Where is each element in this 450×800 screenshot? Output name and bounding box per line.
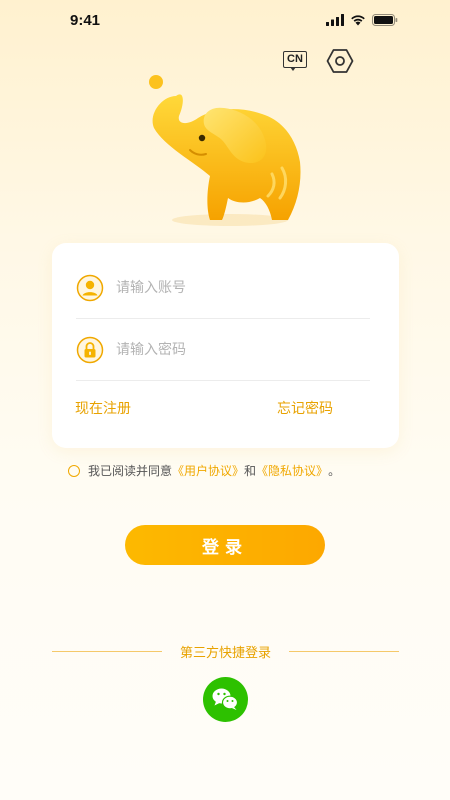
third-party-login-label: 第三方快捷登录 (179, 646, 271, 661)
signal-icon (326, 14, 344, 26)
divider-left (52, 651, 162, 652)
user-agreement-link[interactable]: 《用户协议》 (172, 462, 244, 479)
user-icon (76, 274, 104, 302)
lock-icon (76, 336, 104, 364)
elephant-icon (149, 75, 301, 226)
account-field (76, 257, 370, 319)
status-time: 9:41 (70, 12, 101, 29)
privacy-agreement-link[interactable]: 《隐私协议》 (256, 462, 328, 479)
password-input[interactable] (116, 337, 356, 363)
status-bar: 9:41 (0, 0, 450, 44)
settings-hexagon-icon (326, 49, 354, 73)
settings-button[interactable] (326, 48, 354, 74)
wechat-login-button[interactable] (203, 677, 248, 722)
status-icons (326, 14, 398, 26)
agreement-suffix: 。 (328, 464, 341, 478)
agreement-row: 我已阅读并同意 《用户协议》 和 《隐私协议》 。 (68, 462, 340, 479)
language-label: CN (283, 51, 307, 68)
elephant-logo (140, 70, 310, 230)
divider-right (289, 651, 399, 652)
account-input[interactable] (116, 275, 356, 301)
language-button[interactable]: CN (282, 50, 308, 72)
password-field (76, 319, 370, 381)
wechat-icon (212, 688, 239, 710)
wifi-icon (351, 15, 365, 26)
agreement-and: 和 (244, 464, 257, 478)
login-card: 现在注册 忘记密码 (52, 243, 399, 448)
register-link[interactable]: 现在注册 (75, 398, 131, 418)
agreement-checkbox[interactable] (68, 464, 80, 477)
battery-icon (372, 14, 398, 26)
login-button[interactable]: 登录 (125, 525, 325, 565)
agreement-prefix: 我已阅读并同意 (88, 464, 173, 478)
forgot-password-link[interactable]: 忘记密码 (277, 398, 333, 418)
